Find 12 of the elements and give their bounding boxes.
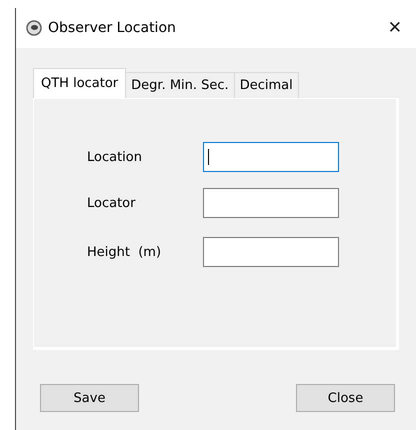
window-title: Observer Location [48,20,176,36]
dialog-button[interactable]: Save [40,384,139,412]
input-field[interactable] [203,237,339,267]
app-logo-icon [26,20,42,36]
field-label: Locator [87,196,136,210]
dialog-button[interactable]: Close [296,384,395,412]
field-label: Height (m) [87,244,162,260]
tab[interactable]: Decimal [234,72,299,98]
tab[interactable]: QTH locator [33,68,126,98]
field-label: Location [87,150,143,164]
input-field[interactable] [203,188,339,218]
input-field[interactable] [203,142,339,172]
